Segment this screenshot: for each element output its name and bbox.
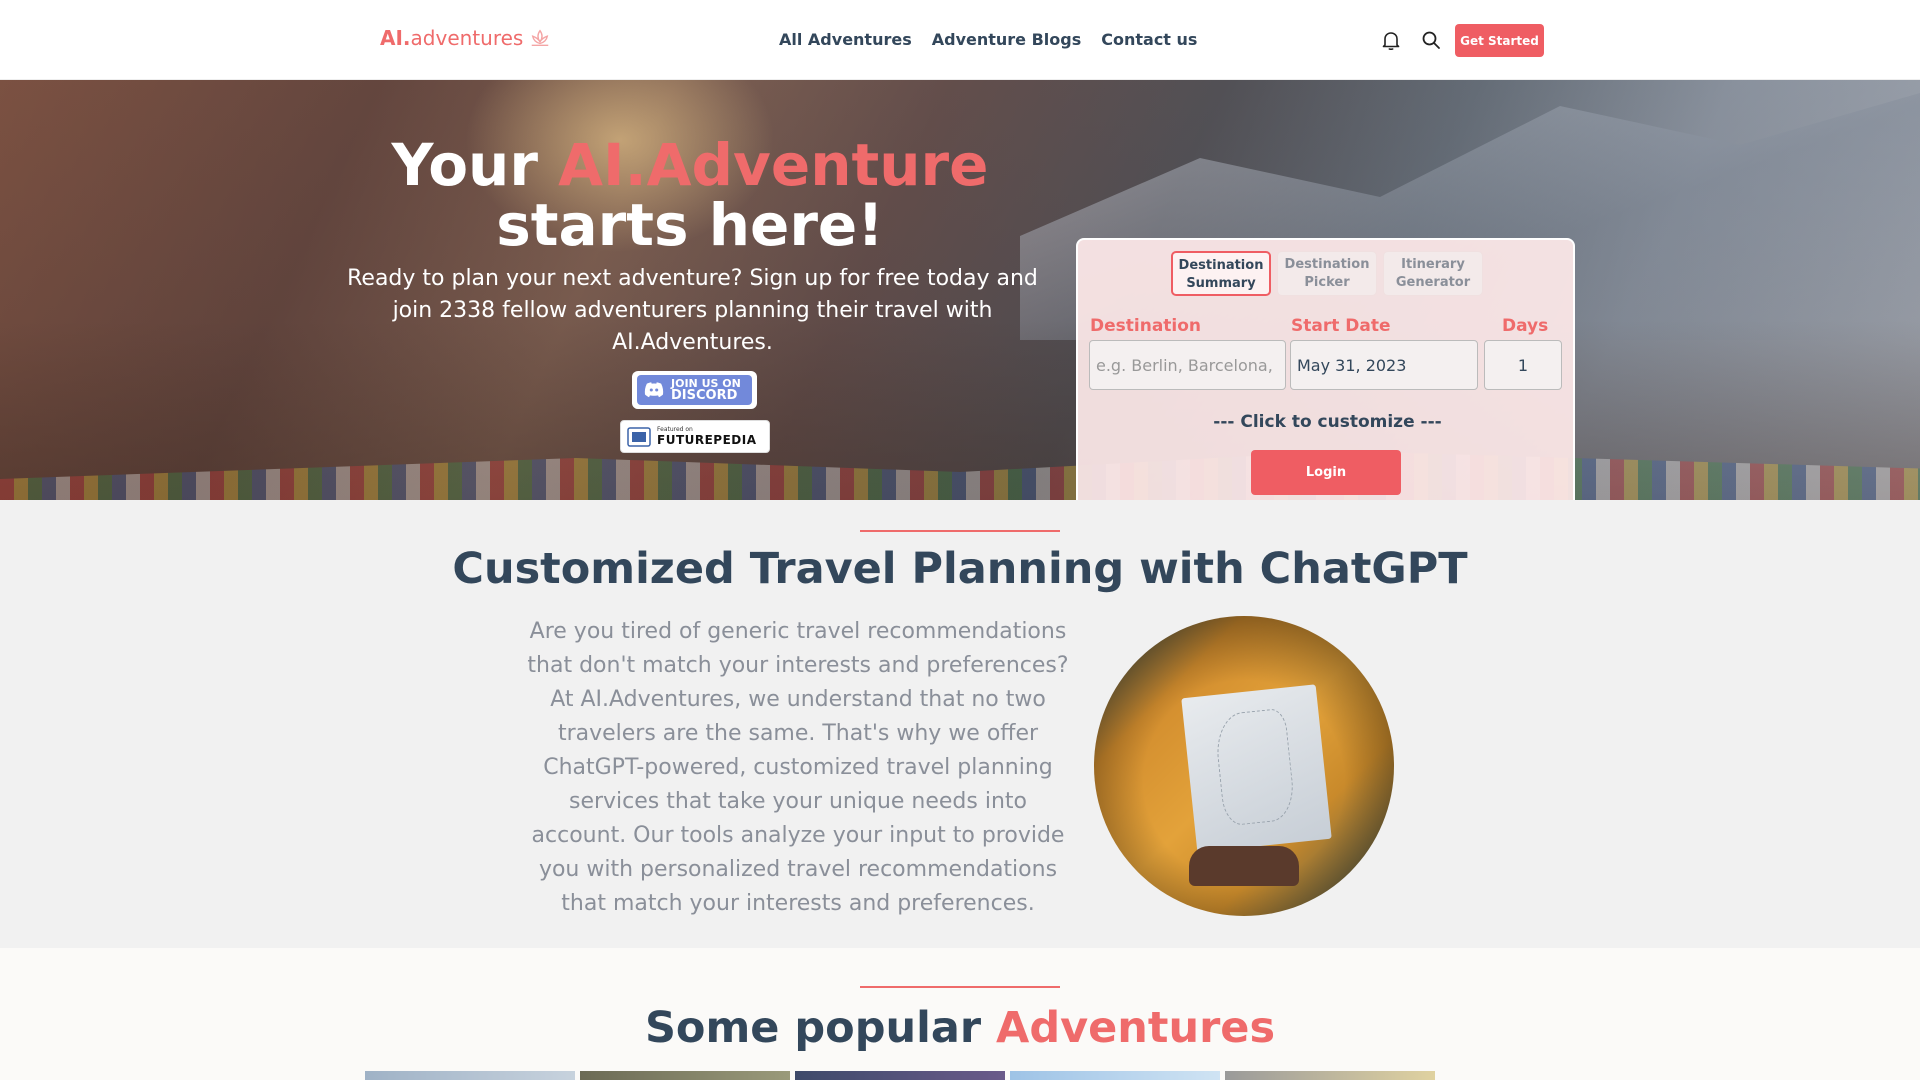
nav-link-all-adventures[interactable]: All Adventures — [779, 30, 912, 49]
logo-suffix: adventures — [410, 26, 524, 50]
hero-subtitle: Ready to plan your next adventure? Sign … — [347, 266, 1038, 355]
adventure-card[interactable] — [365, 1071, 575, 1080]
days-label: Days — [1502, 316, 1549, 336]
search-icon[interactable] — [1419, 28, 1443, 52]
popular-adventures-title: Some popular Adventures — [0, 1003, 1920, 1053]
futurepedia-small: Featured on — [657, 426, 693, 433]
tab-label-line1: Destination — [1284, 257, 1370, 272]
destination-label: Destination — [1090, 316, 1202, 336]
photo-boots-detail — [1189, 846, 1299, 886]
planner-tabs: Destination Summary Destination Picker I… — [1171, 251, 1483, 296]
discord-badge-link[interactable]: JOIN US ON DISCORD — [632, 371, 757, 409]
section-divider — [860, 986, 1060, 988]
tab-label-line2: Picker — [1304, 275, 1350, 290]
nav-link-contact-us[interactable]: Contact us — [1101, 30, 1197, 49]
tab-destination-summary[interactable]: Destination Summary — [1171, 251, 1271, 296]
tab-label-line2: Generator — [1395, 275, 1471, 290]
site-logo[interactable]: AI. adventures — [380, 26, 551, 50]
futurepedia-icon — [627, 426, 651, 447]
popular-title-accent: Adventures — [996, 1003, 1276, 1053]
futurepedia-text: Featured on FUTUREPEDIA — [657, 426, 757, 447]
tab-label-line2: Summary — [1186, 276, 1256, 291]
adventure-card[interactable] — [1010, 1071, 1220, 1080]
photo-map-detail — [1181, 684, 1332, 853]
logo-prefix: AI. — [380, 26, 411, 50]
tab-label-line1: Destination — [1178, 258, 1264, 273]
futurepedia-big: FUTUREPEDIA — [657, 433, 757, 447]
hero-title-accent: AI.Adventure — [558, 131, 989, 199]
hero-title-part2: starts here! — [496, 191, 884, 259]
hero-section: Your AI.Adventure starts here! Ready to … — [0, 80, 1920, 500]
tab-itinerary-generator[interactable]: Itinerary Generator — [1383, 251, 1483, 296]
tab-label-line1: Itinerary — [1401, 257, 1465, 272]
discord-line2: DISCORD — [671, 388, 738, 403]
adventure-card[interactable] — [1225, 1071, 1435, 1080]
lotus-logo-icon — [532, 29, 549, 47]
hero-title: Your AI.Adventure starts here! — [330, 135, 1050, 255]
nav-link-adventure-blogs[interactable]: Adventure Blogs — [932, 30, 1082, 49]
start-date-label: Start Date — [1291, 316, 1391, 336]
start-date-input[interactable] — [1290, 340, 1478, 390]
customize-toggle[interactable]: --- Click to customize --- — [1078, 412, 1577, 432]
section-divider — [860, 530, 1060, 532]
popular-title-part1: Some popular — [644, 1003, 997, 1053]
destination-input[interactable] — [1089, 340, 1286, 390]
top-navbar: AI. adventures All Adventures Adventure … — [0, 0, 1920, 80]
discord-badge-inner: JOIN US ON DISCORD — [637, 375, 752, 405]
tab-destination-picker[interactable]: Destination Picker — [1277, 251, 1377, 296]
discord-badge-text: JOIN US ON DISCORD — [671, 378, 741, 403]
adventure-card[interactable] — [795, 1071, 1005, 1080]
travel-planning-description: Are you tired of generic travel recommen… — [527, 619, 1069, 916]
camping-map-photo — [1094, 616, 1394, 916]
adventure-card[interactable] — [580, 1071, 790, 1080]
days-input[interactable] — [1484, 340, 1562, 390]
login-button[interactable]: Login — [1251, 450, 1401, 495]
travel-planning-title: Customized Travel Planning with ChatGPT — [452, 544, 1468, 594]
discord-icon — [644, 382, 664, 398]
popular-adventures-section: Some popular Adventures — [0, 948, 1920, 1080]
get-started-button[interactable]: Get Started — [1455, 24, 1544, 57]
travel-planning-section: Customized Travel Planning with ChatGPT … — [0, 500, 1920, 948]
hero-title-part1: Your — [391, 131, 559, 199]
nav-links: All Adventures Adventure Blogs Contact u… — [779, 30, 1197, 49]
trip-planner-panel: Destination Summary Destination Picker I… — [1076, 238, 1575, 500]
bell-icon[interactable] — [1379, 28, 1403, 52]
futurepedia-badge-link[interactable]: Featured on FUTUREPEDIA — [620, 420, 770, 453]
